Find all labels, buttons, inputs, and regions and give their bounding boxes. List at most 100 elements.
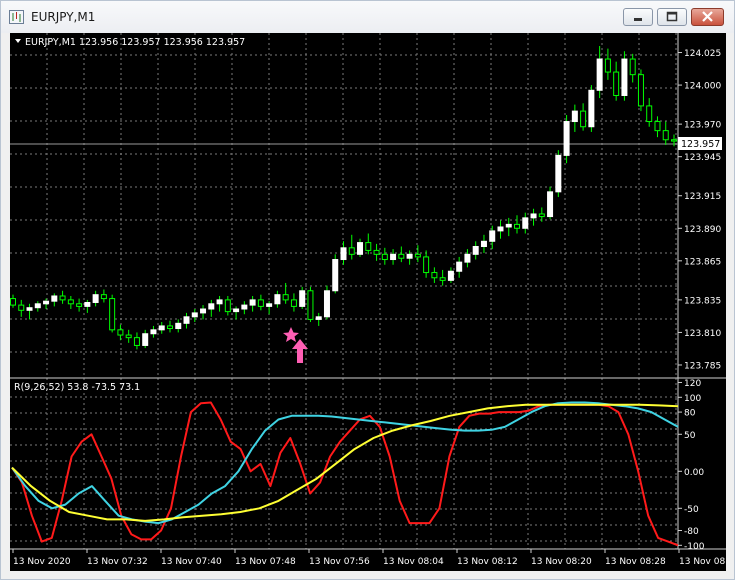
close-button[interactable] [691, 8, 724, 26]
candle-body [365, 242, 372, 251]
minimize-button[interactable] [623, 8, 653, 26]
indicator-tick-label: 50 [684, 431, 696, 441]
chart-area[interactable]: 124.025 124.000 123.970 123.945 123.915 123.8… [10, 33, 735, 571]
indicator-tick-label: -100 [684, 542, 705, 552]
candle-body [563, 121, 570, 156]
price-chart[interactable]: 124.025 124.000 123.970 123.945 123.915 123.8… [10, 33, 735, 571]
candle-body [166, 325, 173, 330]
symbol-info: EURJPY,M1 123.956 123.957 123.956 123.95… [25, 37, 245, 48]
chart-menu-icon[interactable] [15, 39, 21, 43]
candle-body [423, 256, 430, 274]
indicator-lines [11, 401, 679, 547]
candle-body [596, 58, 603, 91]
candle-body [414, 253, 421, 258]
candle-body [348, 247, 355, 255]
indicator-tick-label: -50 [684, 505, 699, 515]
close-icon [702, 11, 713, 22]
candle-body [604, 58, 611, 73]
candle-body [398, 253, 405, 259]
time-tick-label: 13 Nov 08:28 [605, 557, 666, 567]
indicator-tick-label: 0.00 [684, 468, 704, 478]
candle-body [588, 89, 595, 128]
candle-body [208, 303, 215, 310]
cyan-line [11, 401, 679, 525]
time-tick-label: 13 Nov 08:20 [531, 557, 592, 567]
window-title: EURJPY,M1 [31, 10, 96, 24]
candle-body [109, 298, 116, 331]
candle-body [431, 272, 438, 279]
price-tick-label: 123.785 [684, 361, 721, 371]
indicator-tick-label: -80 [684, 527, 699, 537]
time-tick-label: 13 Nov 07:56 [309, 557, 370, 567]
candle-body [580, 110, 587, 128]
signal-star-icon [283, 327, 299, 342]
candle-body [51, 295, 58, 302]
maximize-button[interactable] [657, 8, 687, 26]
candle-body [266, 303, 273, 307]
red-line [11, 401, 679, 547]
candle-body [662, 130, 669, 141]
candle-body [10, 298, 16, 306]
yellow-line [11, 403, 679, 522]
candle-body [84, 301, 91, 307]
price-tick-label: 123.915 [684, 192, 721, 202]
candle-body [489, 230, 496, 242]
indicator-tick-label: 120 [684, 379, 701, 389]
indicator-axis: 120 100 80 50 0.00 -50 -80 -100 [678, 379, 705, 552]
candle-body [142, 333, 149, 346]
title-bar[interactable]: EURJPY,M1 [1, 1, 734, 33]
indicator-label: R(9,26,52) 53.8 -73.5 73.1 [14, 382, 140, 393]
candle-body [18, 304, 25, 311]
candle-body [257, 299, 264, 307]
price-axis: 124.025 124.000 123.970 123.945 123.915 123.8… [678, 49, 721, 371]
price-tick-label: 123.945 [684, 153, 721, 163]
candle-body [373, 249, 380, 255]
candle-body [472, 246, 479, 255]
candle-body [464, 253, 471, 263]
candle-body [76, 303, 83, 307]
candle-body [67, 299, 74, 305]
time-axis: 13 Nov 2020 13 Nov 07:32 13 Nov 07:40 13 No… [12, 549, 735, 567]
candle-body [629, 58, 636, 76]
time-tick-label: 13 Nov 07:40 [161, 557, 222, 567]
candle-body [497, 226, 504, 232]
candle-body [621, 58, 628, 96]
candle-body [547, 191, 554, 218]
candle-body [175, 322, 182, 330]
price-tick-label: 123.835 [684, 296, 721, 306]
candle-body [381, 253, 388, 261]
candle-body [158, 325, 165, 331]
candle-body [613, 71, 620, 96]
candle-body [117, 329, 124, 336]
candle-body [224, 299, 231, 313]
candle-body [241, 304, 248, 310]
chart-app-icon [9, 10, 24, 24]
candle-body [34, 303, 41, 309]
candle-body [456, 261, 463, 272]
candle-body [323, 290, 330, 318]
time-tick-label: 13 Nov 07:32 [87, 557, 148, 567]
candle-body [290, 299, 297, 307]
price-tick-label: 123.865 [684, 257, 721, 267]
candle-body [439, 277, 446, 281]
time-tick-label: 13 Nov 07:48 [235, 557, 296, 567]
candle-body [282, 294, 289, 301]
candle-body [200, 308, 207, 314]
candle-body [133, 337, 140, 346]
candle-body [514, 223, 521, 229]
indicator-tick-label: 100 [684, 394, 701, 404]
price-tick-label: 124.000 [684, 82, 721, 92]
candle-body [571, 110, 578, 123]
candle-body [191, 312, 198, 318]
price-tick-label: 123.890 [684, 225, 721, 235]
candle-body [357, 242, 364, 255]
candle-body [406, 253, 413, 259]
candle-body [538, 213, 545, 218]
candle-body [530, 213, 537, 219]
indicator-tick-label: 80 [684, 409, 696, 419]
candle-body [332, 259, 339, 292]
candle-body [100, 294, 107, 300]
candle-body [249, 299, 256, 306]
grid [10, 33, 678, 549]
candle-body [315, 316, 322, 320]
